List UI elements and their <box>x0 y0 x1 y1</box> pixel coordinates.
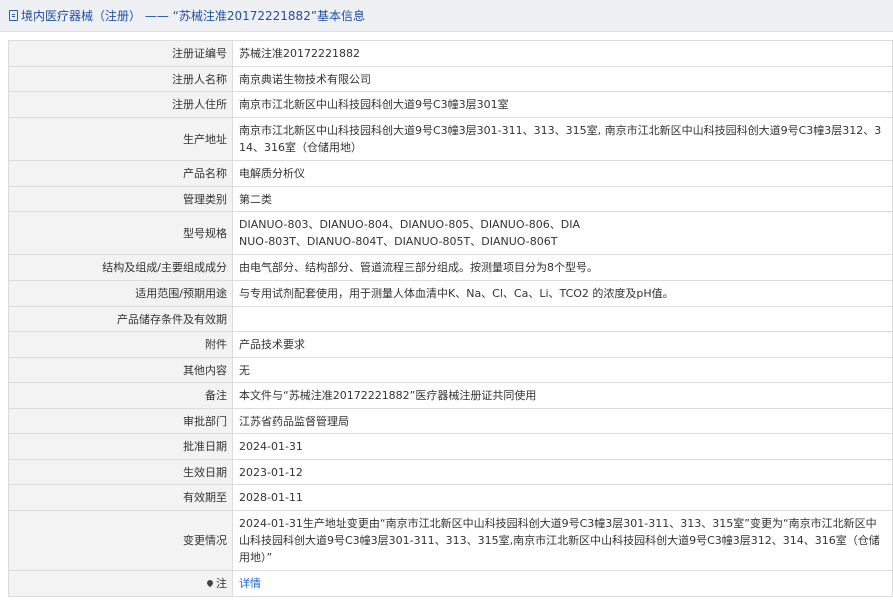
row-value: 第二类 <box>232 186 893 212</box>
table-row: 有效期至 2028-01-11 <box>8 484 893 511</box>
row-label: 变更情况 <box>8 510 233 571</box>
registration-info-table: 注册证编号 苏械注准20172221882 注册人名称 南京典诺生物技术有限公司… <box>8 40 893 597</box>
table-row: 注册证编号 苏械注准20172221882 <box>8 40 893 67</box>
row-value: 电解质分析仪 <box>232 160 893 187</box>
row-label: 注册证编号 <box>8 40 233 67</box>
table-row: 附件 产品技术要求 <box>8 331 893 358</box>
row-label: 批准日期 <box>8 433 233 460</box>
table-row: 审批部门 江苏省药品监督管理局 <box>8 408 893 434</box>
row-label: 适用范围/预期用途 <box>8 280 233 307</box>
row-value: 产品技术要求 <box>232 331 893 358</box>
row-label: 结构及组成/主要组成成分 <box>8 254 233 281</box>
table-row: 变更情况 2024-01-31生产地址变更由“南京市江北新区中山科技园科创大道9… <box>8 510 893 571</box>
location-pin-icon <box>205 578 215 588</box>
row-value: 与专用试剂配套使用，用于测量人体血清中K、Na、Cl、Ca、Li、TCO2 的浓… <box>232 280 893 307</box>
document-icon <box>9 10 18 21</box>
table-row: 批准日期 2024-01-31 <box>8 433 893 460</box>
table-row: 注册人名称 南京典诺生物技术有限公司 <box>8 66 893 92</box>
table-row: 注 详情 <box>8 570 893 597</box>
row-value <box>232 306 893 332</box>
table-row: 注册人住所 南京市江北新区中山科技园科创大道9号C3幢3层301室 <box>8 91 893 118</box>
row-label: 注册人名称 <box>8 66 233 92</box>
page-title: 境内医疗器械（注册） —— “苏械注准20172221882”基本信息 <box>21 9 366 23</box>
details-link[interactable]: 详情 <box>239 577 261 590</box>
table-row: 生产地址 南京市江北新区中山科技园科创大道9号C3幢3层301-311、313、… <box>8 117 893 161</box>
table-row: 产品名称 电解质分析仪 <box>8 160 893 187</box>
row-label: 附件 <box>8 331 233 358</box>
note-label: 注 <box>216 577 227 590</box>
row-value: 南京典诺生物技术有限公司 <box>232 66 893 92</box>
row-label: 备注 <box>8 382 233 409</box>
row-value: 本文件与“苏械注准20172221882”医疗器械注册证共同使用 <box>232 382 893 409</box>
row-label: 注册人住所 <box>8 91 233 118</box>
table-row: 备注 本文件与“苏械注准20172221882”医疗器械注册证共同使用 <box>8 382 893 409</box>
row-value: DIANUO-803、DIANUO-804、DIANUO-805、DIANUO-… <box>232 211 893 255</box>
row-value: 2024-01-31生产地址变更由“南京市江北新区中山科技园科创大道9号C3幢3… <box>232 510 893 571</box>
table-row: 型号规格 DIANUO-803、DIANUO-804、DIANUO-805、DI… <box>8 211 893 255</box>
row-value: 2024-01-31 <box>232 433 893 460</box>
row-value: 南京市江北新区中山科技园科创大道9号C3幢3层301室 <box>232 91 893 118</box>
row-value: 2028-01-11 <box>232 484 893 511</box>
note-label-cell: 注 <box>8 570 233 597</box>
table-row: 生效日期 2023-01-12 <box>8 459 893 485</box>
table-row: 管理类别 第二类 <box>8 186 893 212</box>
note-value-cell: 详情 <box>232 570 893 597</box>
row-value: 苏械注准20172221882 <box>232 40 893 67</box>
row-value: 由电气部分、结构部分、管道流程三部分组成。按测量项目分为8个型号。 <box>232 254 893 281</box>
table-row: 结构及组成/主要组成成分 由电气部分、结构部分、管道流程三部分组成。按测量项目分… <box>8 254 893 281</box>
table-row: 其他内容 无 <box>8 357 893 383</box>
row-label: 其他内容 <box>8 357 233 383</box>
page-title-bar: 境内医疗器械（注册） —— “苏械注准20172221882”基本信息 <box>0 0 893 32</box>
row-label: 生产地址 <box>8 117 233 161</box>
row-label: 有效期至 <box>8 484 233 511</box>
row-label: 型号规格 <box>8 211 233 255</box>
row-label: 管理类别 <box>8 186 233 212</box>
row-label: 产品名称 <box>8 160 233 187</box>
row-value: 2023-01-12 <box>232 459 893 485</box>
table-row: 产品储存条件及有效期 <box>8 306 893 332</box>
row-label: 生效日期 <box>8 459 233 485</box>
row-value: 无 <box>232 357 893 383</box>
row-label: 产品储存条件及有效期 <box>8 306 233 332</box>
row-value: 南京市江北新区中山科技园科创大道9号C3幢3层301-311、313、315室,… <box>232 117 893 161</box>
row-label: 审批部门 <box>8 408 233 434</box>
table-row: 适用范围/预期用途 与专用试剂配套使用，用于测量人体血清中K、Na、Cl、Ca、… <box>8 280 893 307</box>
row-value: 江苏省药品监督管理局 <box>232 408 893 434</box>
